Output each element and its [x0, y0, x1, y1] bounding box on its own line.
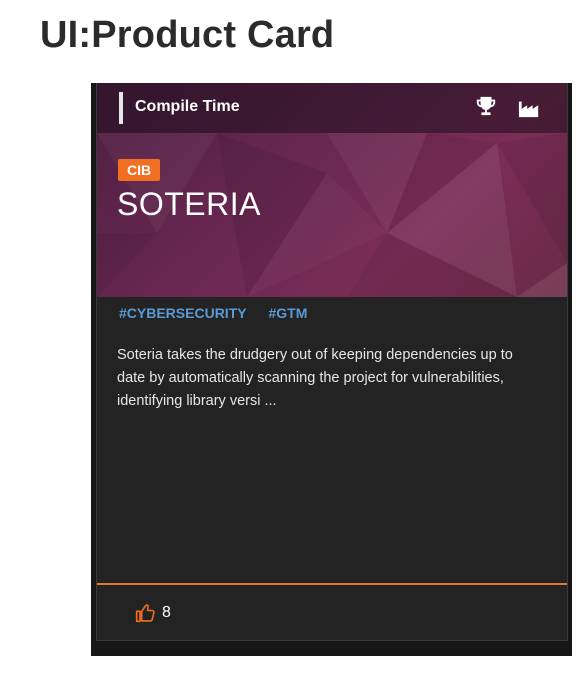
- tag-gtm[interactable]: #GTM: [268, 305, 307, 321]
- tag-cybersecurity[interactable]: #CYBERSECURITY: [119, 305, 247, 321]
- product-card[interactable]: Compile Time CIB SOTERIA #CYBERSECURITY …: [96, 83, 568, 641]
- tag-list: #CYBERSECURITY #GTM: [119, 305, 325, 321]
- like-button[interactable]: 8: [135, 601, 171, 625]
- category-label: Compile Time: [135, 98, 240, 115]
- page: UI:Product Card Compile Time CIB SOTERIA…: [0, 0, 580, 673]
- card-hero: Compile Time CIB SOTERIA: [97, 83, 567, 297]
- product-name[interactable]: SOTERIA: [117, 186, 261, 223]
- page-title: UI:Product Card: [40, 14, 335, 56]
- category-accent-bar: [119, 92, 123, 124]
- thumbs-up-icon: [135, 604, 155, 623]
- footer-divider: [97, 583, 567, 585]
- trophy-icon[interactable]: [475, 95, 497, 117]
- card-header-bar: Compile Time: [97, 83, 567, 133]
- like-count: 8: [162, 604, 171, 621]
- category-badge: CIB: [118, 159, 161, 181]
- product-description: Soteria takes the drudgery out of keepin…: [117, 347, 513, 409]
- factory-icon[interactable]: [518, 98, 540, 118]
